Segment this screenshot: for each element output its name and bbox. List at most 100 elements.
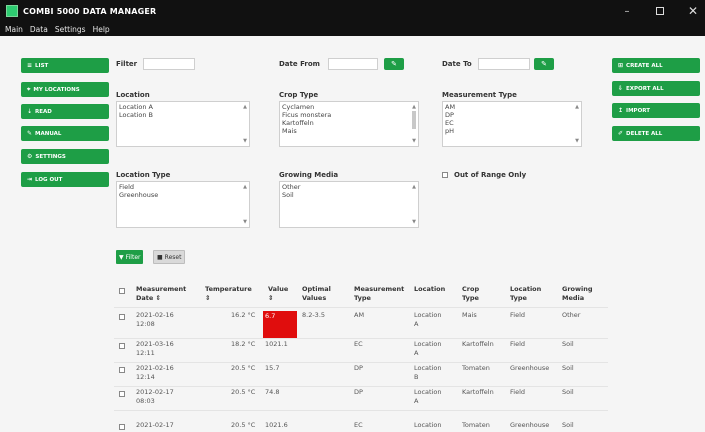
scroll-down-icon[interactable]: ▼ xyxy=(243,138,247,144)
import-icon: ↥ xyxy=(618,107,624,114)
growing-media-listbox[interactable]: Other Soil ▲ ▼ xyxy=(279,181,419,228)
list-item[interactable]: pH xyxy=(445,127,579,135)
list-item[interactable]: EC xyxy=(445,119,579,127)
date-to-input[interactable] xyxy=(478,58,530,70)
row-checkbox[interactable] xyxy=(119,367,125,373)
row-checkbox[interactable] xyxy=(119,343,125,349)
location-icon: ⌖ xyxy=(27,85,31,93)
cell-measurement-type: DP xyxy=(354,388,363,396)
cell-crop-type: Kartoffeln xyxy=(462,388,494,396)
scroll-up-icon[interactable]: ▲ xyxy=(412,104,416,110)
cell-temperature: 20.5 °C xyxy=(231,388,256,396)
action-label: CREATE ALL xyxy=(626,62,663,69)
location-listbox[interactable]: Location A Location B ▲ ▼ xyxy=(116,101,250,147)
calendar-icon: ✎ xyxy=(541,60,547,68)
window-title: COMBI 5000 DATA MANAGER xyxy=(23,6,157,16)
growing-media-label: Growing Media xyxy=(279,171,339,179)
header-optimal-values[interactable]: Optimal Values xyxy=(302,285,331,303)
cell-value: 74.8 xyxy=(265,388,280,396)
read-icon: ⇣ xyxy=(27,108,33,115)
header-value[interactable]: Value ⇕ xyxy=(268,285,288,303)
sidebar-my-locations-button[interactable]: ⌖ MY LOCATIONS xyxy=(21,82,109,97)
date-from-calendar-button[interactable]: ✎ xyxy=(384,58,404,70)
header-temperature[interactable]: Temperature ⇕ xyxy=(205,285,252,303)
list-item[interactable]: Soil xyxy=(282,191,416,199)
row-checkbox[interactable] xyxy=(119,314,125,320)
sidebar-label: READ xyxy=(35,108,52,115)
menu-data[interactable]: Data xyxy=(30,25,48,34)
cell-growing-media: Soil xyxy=(562,421,574,429)
scroll-down-icon[interactable]: ▼ xyxy=(412,138,416,144)
date-from-input[interactable] xyxy=(328,58,378,70)
import-button[interactable]: ↥ IMPORT xyxy=(612,103,700,118)
header-divider xyxy=(114,307,608,308)
close-button[interactable]: ✕ xyxy=(678,0,705,22)
list-item[interactable]: Ficus monstera xyxy=(282,111,416,119)
select-all-checkbox[interactable] xyxy=(119,288,125,294)
filter-button[interactable]: ▼ Filter xyxy=(116,250,144,264)
title-bar: COMBI 5000 DATA MANAGER – ✕ xyxy=(0,0,705,22)
sidebar-settings-button[interactable]: ⚙ SETTINGS xyxy=(21,149,109,164)
sidebar-read-button[interactable]: ⇣ READ xyxy=(21,104,109,119)
minimize-button[interactable]: – xyxy=(612,0,642,22)
crop-type-listbox[interactable]: Cyclamen Ficus monstera Kartoffeln Mais … xyxy=(279,101,419,147)
scroll-up-icon[interactable]: ▲ xyxy=(243,104,247,110)
menu-main[interactable]: Main xyxy=(5,25,23,34)
cell-growing-media: Other xyxy=(562,311,581,319)
list-item[interactable]: AM xyxy=(445,103,579,111)
maximize-button[interactable] xyxy=(645,0,675,22)
header-growing-media[interactable]: Growing Media xyxy=(562,285,593,303)
scroll-up-icon[interactable]: ▲ xyxy=(575,104,579,110)
gear-icon: ⚙ xyxy=(27,153,33,160)
header-measurement-type[interactable]: Measurement Type xyxy=(354,285,404,303)
action-label: IMPORT xyxy=(626,107,650,114)
list-item[interactable]: Cyclamen xyxy=(282,103,416,111)
list-item[interactable]: DP xyxy=(445,111,579,119)
scroll-down-icon[interactable]: ▼ xyxy=(575,138,579,144)
list-item[interactable]: Location B xyxy=(119,111,247,119)
list-icon: ≡ xyxy=(27,62,33,69)
cell-value: 15.7 xyxy=(265,364,280,372)
scroll-up-icon[interactable]: ▲ xyxy=(412,184,416,190)
list-item[interactable]: Field xyxy=(119,183,247,191)
header-location-type[interactable]: Location Type xyxy=(510,285,541,303)
header-location[interactable]: Location xyxy=(414,285,445,294)
sidebar-logout-button[interactable]: ⇥ LOG OUT xyxy=(21,172,109,187)
measurement-type-listbox[interactable]: AM DP EC pH ▲ ▼ xyxy=(442,101,582,147)
cell-location: Location A xyxy=(414,311,442,328)
location-label: Location xyxy=(116,91,150,99)
minimize-icon: – xyxy=(624,5,630,17)
scroll-down-icon[interactable]: ▼ xyxy=(243,219,247,225)
export-all-button[interactable]: ⇩ EXPORT ALL xyxy=(612,81,700,96)
scroll-up-icon[interactable]: ▲ xyxy=(243,184,247,190)
location-type-listbox[interactable]: Field Greenhouse ▲ ▼ xyxy=(116,181,250,228)
list-item[interactable]: Mais xyxy=(282,127,416,135)
menu-help[interactable]: Help xyxy=(93,25,110,34)
reset-button[interactable]: ■ Reset xyxy=(153,250,186,264)
list-item[interactable]: Kartoffeln xyxy=(282,119,416,127)
row-checkbox[interactable] xyxy=(119,424,125,430)
create-all-button[interactable]: ⊞ CREATE ALL xyxy=(612,58,700,73)
sidebar-list-button[interactable]: ≡ LIST xyxy=(21,58,109,73)
list-item[interactable]: Location A xyxy=(119,103,247,111)
sidebar-label: LOG OUT xyxy=(35,176,63,183)
filter-icon: ▼ xyxy=(119,253,124,261)
scrollbar-thumb[interactable] xyxy=(412,111,416,129)
menu-settings[interactable]: Settings xyxy=(55,25,86,34)
list-item[interactable]: Other xyxy=(282,183,416,191)
filter-input[interactable] xyxy=(143,58,195,70)
header-measurement-date[interactable]: Measurement Date ⇕ xyxy=(136,285,186,303)
cell-growing-media: Soil xyxy=(562,340,574,348)
sidebar-manual-button[interactable]: ✎ MANUAL xyxy=(21,126,109,141)
header-crop-type[interactable]: Crop Type xyxy=(462,285,479,303)
out-of-range-checkbox[interactable] xyxy=(442,172,448,178)
scroll-down-icon[interactable]: ▼ xyxy=(412,219,416,225)
reset-button-label: Reset xyxy=(164,253,182,261)
date-to-calendar-button[interactable]: ✎ xyxy=(534,58,554,70)
row-checkbox[interactable] xyxy=(119,391,125,397)
list-item[interactable]: Greenhouse xyxy=(119,191,247,199)
cell-temperature: 20.5 °C xyxy=(231,421,256,429)
cell-date: 2021-03-16 12:11 xyxy=(136,340,174,357)
delete-all-button[interactable]: ✐ DELETE ALL xyxy=(612,126,700,141)
cell-measurement-type: EC xyxy=(354,421,363,429)
